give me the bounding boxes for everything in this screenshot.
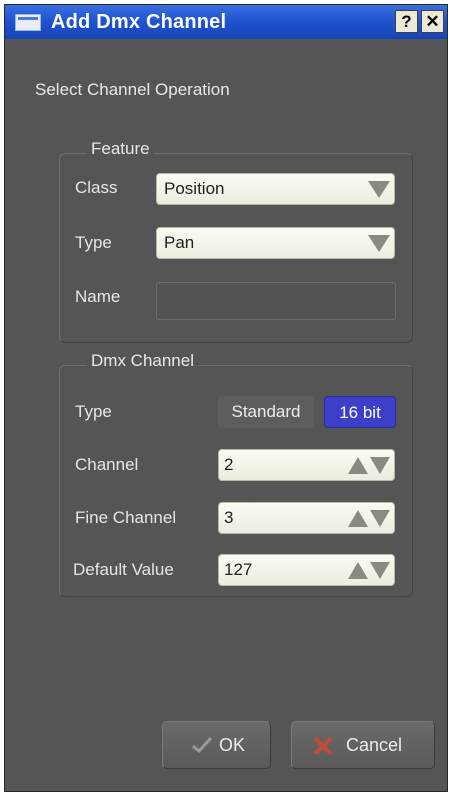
- type-select[interactable]: Pan: [156, 227, 395, 259]
- class-label: Class: [75, 178, 118, 197]
- help-button[interactable]: ?: [395, 10, 418, 33]
- fine-channel-value: 3: [224, 508, 234, 527]
- type-standard-option[interactable]: Standard: [218, 396, 314, 428]
- channel-spinbox[interactable]: 2: [218, 449, 395, 481]
- window-icon: [15, 14, 41, 31]
- dmx-type-label: Type: [75, 402, 112, 421]
- name-label: Name: [75, 287, 121, 306]
- cross-icon: [312, 735, 334, 762]
- arrow-up-icon[interactable]: [348, 510, 368, 527]
- channel-label: Channel: [75, 455, 139, 474]
- chevron-down-icon[interactable]: [368, 235, 390, 252]
- checkmark-icon: [191, 735, 213, 760]
- chevron-down-icon[interactable]: [368, 181, 390, 198]
- arrow-up-icon[interactable]: [348, 562, 368, 579]
- section-heading: Select Channel Operation: [35, 80, 230, 99]
- add-dmx-channel-dialog: Add Dmx Channel ? ✕ Select Channel Opera…: [4, 4, 448, 792]
- default-value-label: Default Value: [73, 560, 174, 579]
- feature-legend: Feature: [87, 139, 154, 159]
- type-label: Type: [75, 233, 112, 252]
- fine-channel-spinbox[interactable]: 3: [218, 502, 395, 534]
- name-field[interactable]: [156, 282, 396, 320]
- type-16bit-option[interactable]: 16 bit: [324, 396, 396, 428]
- arrow-down-icon[interactable]: [370, 457, 390, 474]
- title-bar[interactable]: Add Dmx Channel ? ✕: [5, 5, 447, 39]
- arrow-down-icon[interactable]: [370, 510, 390, 527]
- arrow-up-icon[interactable]: [348, 457, 368, 474]
- close-button[interactable]: ✕: [421, 10, 444, 33]
- class-select[interactable]: Position: [156, 173, 395, 205]
- ok-button[interactable]: OK: [162, 721, 271, 769]
- window-title: Add Dmx Channel: [51, 11, 227, 33]
- default-value: 127: [224, 560, 253, 579]
- dmx-channel-legend: Dmx Channel: [87, 351, 198, 371]
- cancel-label: Cancel: [346, 735, 403, 755]
- arrow-down-icon[interactable]: [370, 562, 390, 579]
- default-value-spinbox[interactable]: 127: [218, 554, 395, 586]
- fine-channel-label: Fine Channel: [75, 508, 177, 527]
- type-select-value: Pan: [164, 233, 195, 252]
- ok-label: OK: [219, 735, 246, 755]
- channel-value: 2: [224, 455, 234, 474]
- cancel-button[interactable]: Cancel: [291, 721, 435, 769]
- class-select-value: Position: [164, 179, 225, 198]
